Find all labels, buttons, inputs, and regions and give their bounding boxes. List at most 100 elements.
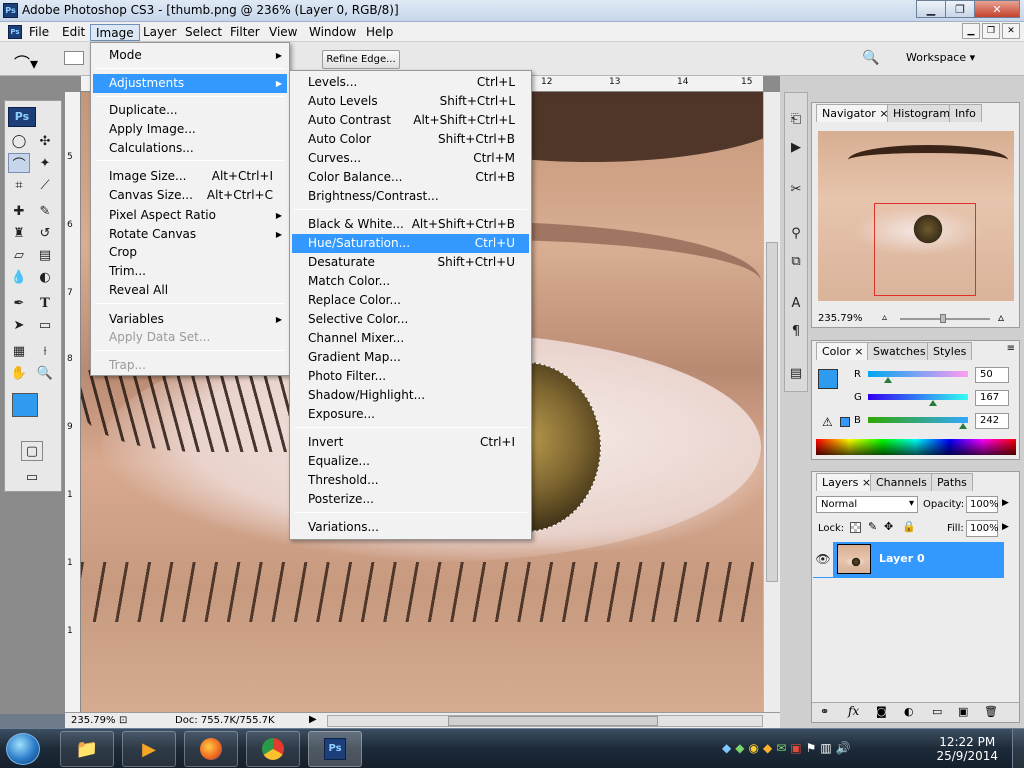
move-tool-icon[interactable]: ✣ bbox=[34, 131, 56, 151]
gamut-warning-icon[interactable]: ⚠ bbox=[822, 415, 833, 429]
lasso-tool-preset-icon[interactable]: ⌒▾ bbox=[14, 50, 38, 74]
layer-style-icon[interactable]: fx bbox=[848, 704, 859, 718]
tray-icon-6[interactable]: ▣ bbox=[790, 741, 805, 755]
close-icon[interactable]: × bbox=[854, 345, 863, 358]
navigator-zoom-slider[interactable] bbox=[900, 314, 990, 323]
system-clock[interactable]: 12:22 PM 25/9/2014 bbox=[936, 735, 998, 763]
doc-minimize-button[interactable]: ▁ bbox=[962, 23, 980, 39]
menu-item-adjustments[interactable]: Adjustments ▶ bbox=[93, 74, 287, 93]
menu-select[interactable]: Select bbox=[180, 24, 227, 41]
path-selection-icon[interactable]: ➤ bbox=[8, 315, 30, 335]
character-panel-icon[interactable]: A bbox=[785, 293, 807, 313]
menu-item-mode[interactable]: Mode ▶ bbox=[93, 46, 287, 65]
eraser-tool-icon[interactable]: ▱ bbox=[8, 245, 30, 265]
menu-item-brightness-contrast[interactable]: Brightness/Contrast... bbox=[292, 187, 529, 206]
eyedropper-icon[interactable]: ⟊ bbox=[34, 341, 56, 361]
menu-window[interactable]: Window bbox=[304, 24, 361, 41]
actions-panel-icon[interactable]: ▶ bbox=[785, 137, 807, 157]
h-scroll-thumb[interactable] bbox=[448, 716, 658, 726]
layer-name[interactable]: Layer 0 bbox=[879, 552, 925, 565]
menu-item-auto-color[interactable]: Auto Color Shift+Ctrl+B bbox=[292, 130, 529, 149]
selection-mode-icon[interactable] bbox=[64, 51, 84, 65]
channel-g-value[interactable]: 167 bbox=[975, 390, 1009, 406]
tab-histogram[interactable]: Histogram bbox=[887, 104, 957, 122]
notes-tool-icon[interactable]: ▦ bbox=[8, 341, 30, 361]
menu-item-apply-image[interactable]: Apply Image... bbox=[93, 120, 287, 139]
doc-restore-button[interactable]: ❐ bbox=[982, 23, 1000, 39]
menu-view[interactable]: View bbox=[264, 24, 302, 41]
slice-tool-icon[interactable]: ⟋ bbox=[34, 175, 56, 195]
layer-comps-icon[interactable]: ▤ bbox=[785, 363, 807, 383]
workspace-button[interactable]: Workspace ▾ bbox=[906, 51, 975, 64]
menu-item-photo-filter[interactable]: Photo Filter... bbox=[292, 367, 529, 386]
channel-r-thumb[interactable] bbox=[884, 377, 892, 383]
status-menu-arrow-icon[interactable]: ▶ bbox=[309, 714, 317, 725]
tab-layers[interactable]: Layers × bbox=[816, 473, 878, 491]
crop-tool-icon[interactable]: ⌗ bbox=[8, 175, 30, 195]
brush-tool-icon[interactable]: ✎ bbox=[34, 201, 56, 221]
tray-icon-2[interactable]: ◆ bbox=[735, 741, 748, 755]
brushes-panel-icon[interactable]: ⚲ bbox=[785, 223, 807, 243]
menu-item-selective-color[interactable]: Selective Color... bbox=[292, 310, 529, 329]
close-button[interactable]: ✕ bbox=[974, 0, 1020, 18]
navigator-zoom[interactable]: 235.79% bbox=[818, 313, 863, 324]
panel-menu-icon[interactable]: ≡ bbox=[1007, 343, 1015, 354]
menu-item-pixel-aspect-ratio[interactable]: Pixel Aspect Ratio ▶ bbox=[93, 206, 287, 225]
gamut-swatch[interactable] bbox=[840, 417, 850, 427]
view-box[interactable] bbox=[874, 203, 976, 296]
menu-item-black-white[interactable]: Black & White... Alt+Shift+Ctrl+B bbox=[292, 215, 529, 234]
layer-mask-icon[interactable]: ◙ bbox=[876, 705, 887, 718]
slider-thumb[interactable] bbox=[940, 314, 946, 323]
menu-item-reveal-all[interactable]: Reveal All bbox=[93, 281, 287, 300]
menu-item-canvas-size[interactable]: Canvas Size... Alt+Ctrl+C bbox=[93, 186, 287, 205]
network-icon[interactable]: ▥ bbox=[820, 741, 835, 755]
opacity-field[interactable]: 100% bbox=[966, 496, 999, 513]
foreground-color-swatch[interactable] bbox=[12, 393, 38, 417]
zoom-out-icon[interactable]: ▵ bbox=[882, 312, 887, 323]
menu-item-curves[interactable]: Curves... Ctrl+M bbox=[292, 149, 529, 168]
type-tool-icon[interactable]: T bbox=[34, 293, 56, 313]
shape-tool-icon[interactable]: ▭ bbox=[34, 315, 56, 335]
flag-icon[interactable]: ⚑ bbox=[806, 741, 821, 755]
menu-item-hue-saturation[interactable]: Hue/Saturation... Ctrl+U bbox=[292, 234, 529, 253]
color-spectrum-bar[interactable] bbox=[816, 439, 1016, 455]
taskbar-photoshop[interactable]: Ps bbox=[308, 731, 362, 767]
tray-icon-3[interactable]: ◉ bbox=[748, 741, 762, 755]
lock-all-icon[interactable]: 🔒 bbox=[902, 520, 916, 533]
taskbar-explorer[interactable]: 📁 bbox=[60, 731, 114, 767]
taskbar-firefox[interactable] bbox=[184, 731, 238, 767]
menu-item-auto-contrast[interactable]: Auto Contrast Alt+Shift+Ctrl+L bbox=[292, 111, 529, 130]
magic-wand-icon[interactable]: ✦ bbox=[34, 153, 56, 173]
refine-edge-button[interactable]: Refine Edge... bbox=[322, 50, 400, 69]
tab-color[interactable]: Color × bbox=[816, 342, 870, 360]
menu-filter[interactable]: Filter bbox=[225, 24, 265, 41]
tab-info[interactable]: Info bbox=[949, 104, 982, 122]
menu-item-calculations[interactable]: Calculations... bbox=[93, 139, 287, 158]
menu-layer[interactable]: Layer bbox=[138, 24, 181, 41]
zoom-tool-icon[interactable]: 🔍 bbox=[34, 363, 56, 383]
link-layers-icon[interactable]: ⚭ bbox=[820, 705, 829, 718]
paragraph-panel-icon[interactable]: ¶ bbox=[785, 321, 807, 341]
menu-item-threshold[interactable]: Threshold... bbox=[292, 471, 529, 490]
volume-icon[interactable]: 🔊 bbox=[836, 741, 855, 755]
menu-item-trim[interactable]: Trim... bbox=[93, 262, 287, 281]
channel-b-thumb[interactable] bbox=[959, 423, 967, 429]
vertical-scrollbar[interactable] bbox=[763, 92, 780, 712]
menu-item-levels[interactable]: Levels... Ctrl+L bbox=[292, 73, 529, 92]
menu-item-variations[interactable]: Variations... bbox=[292, 518, 529, 537]
clone-stamp-icon[interactable]: ♜ bbox=[8, 223, 30, 243]
tool-presets-icon[interactable]: ✂ bbox=[785, 179, 807, 199]
channel-b-slider[interactable] bbox=[868, 417, 968, 429]
taskbar-chrome[interactable] bbox=[246, 731, 300, 767]
menu-file[interactable]: File bbox=[24, 24, 54, 41]
menu-item-exposure[interactable]: Exposure... bbox=[292, 405, 529, 424]
trash-icon[interactable]: 🗑 bbox=[984, 705, 998, 718]
channel-g-slider[interactable] bbox=[868, 394, 968, 406]
menu-item-rotate-canvas[interactable]: Rotate Canvas ▶ bbox=[93, 225, 287, 244]
new-group-icon[interactable]: ▭ bbox=[932, 705, 942, 718]
menu-image[interactable]: Image bbox=[90, 24, 140, 41]
menu-item-posterize[interactable]: Posterize... bbox=[292, 490, 529, 509]
taskbar-media-player[interactable]: ▶ bbox=[122, 731, 176, 767]
gradient-tool-icon[interactable]: ▤ bbox=[34, 245, 56, 265]
menu-item-invert[interactable]: Invert Ctrl+I bbox=[292, 433, 529, 452]
